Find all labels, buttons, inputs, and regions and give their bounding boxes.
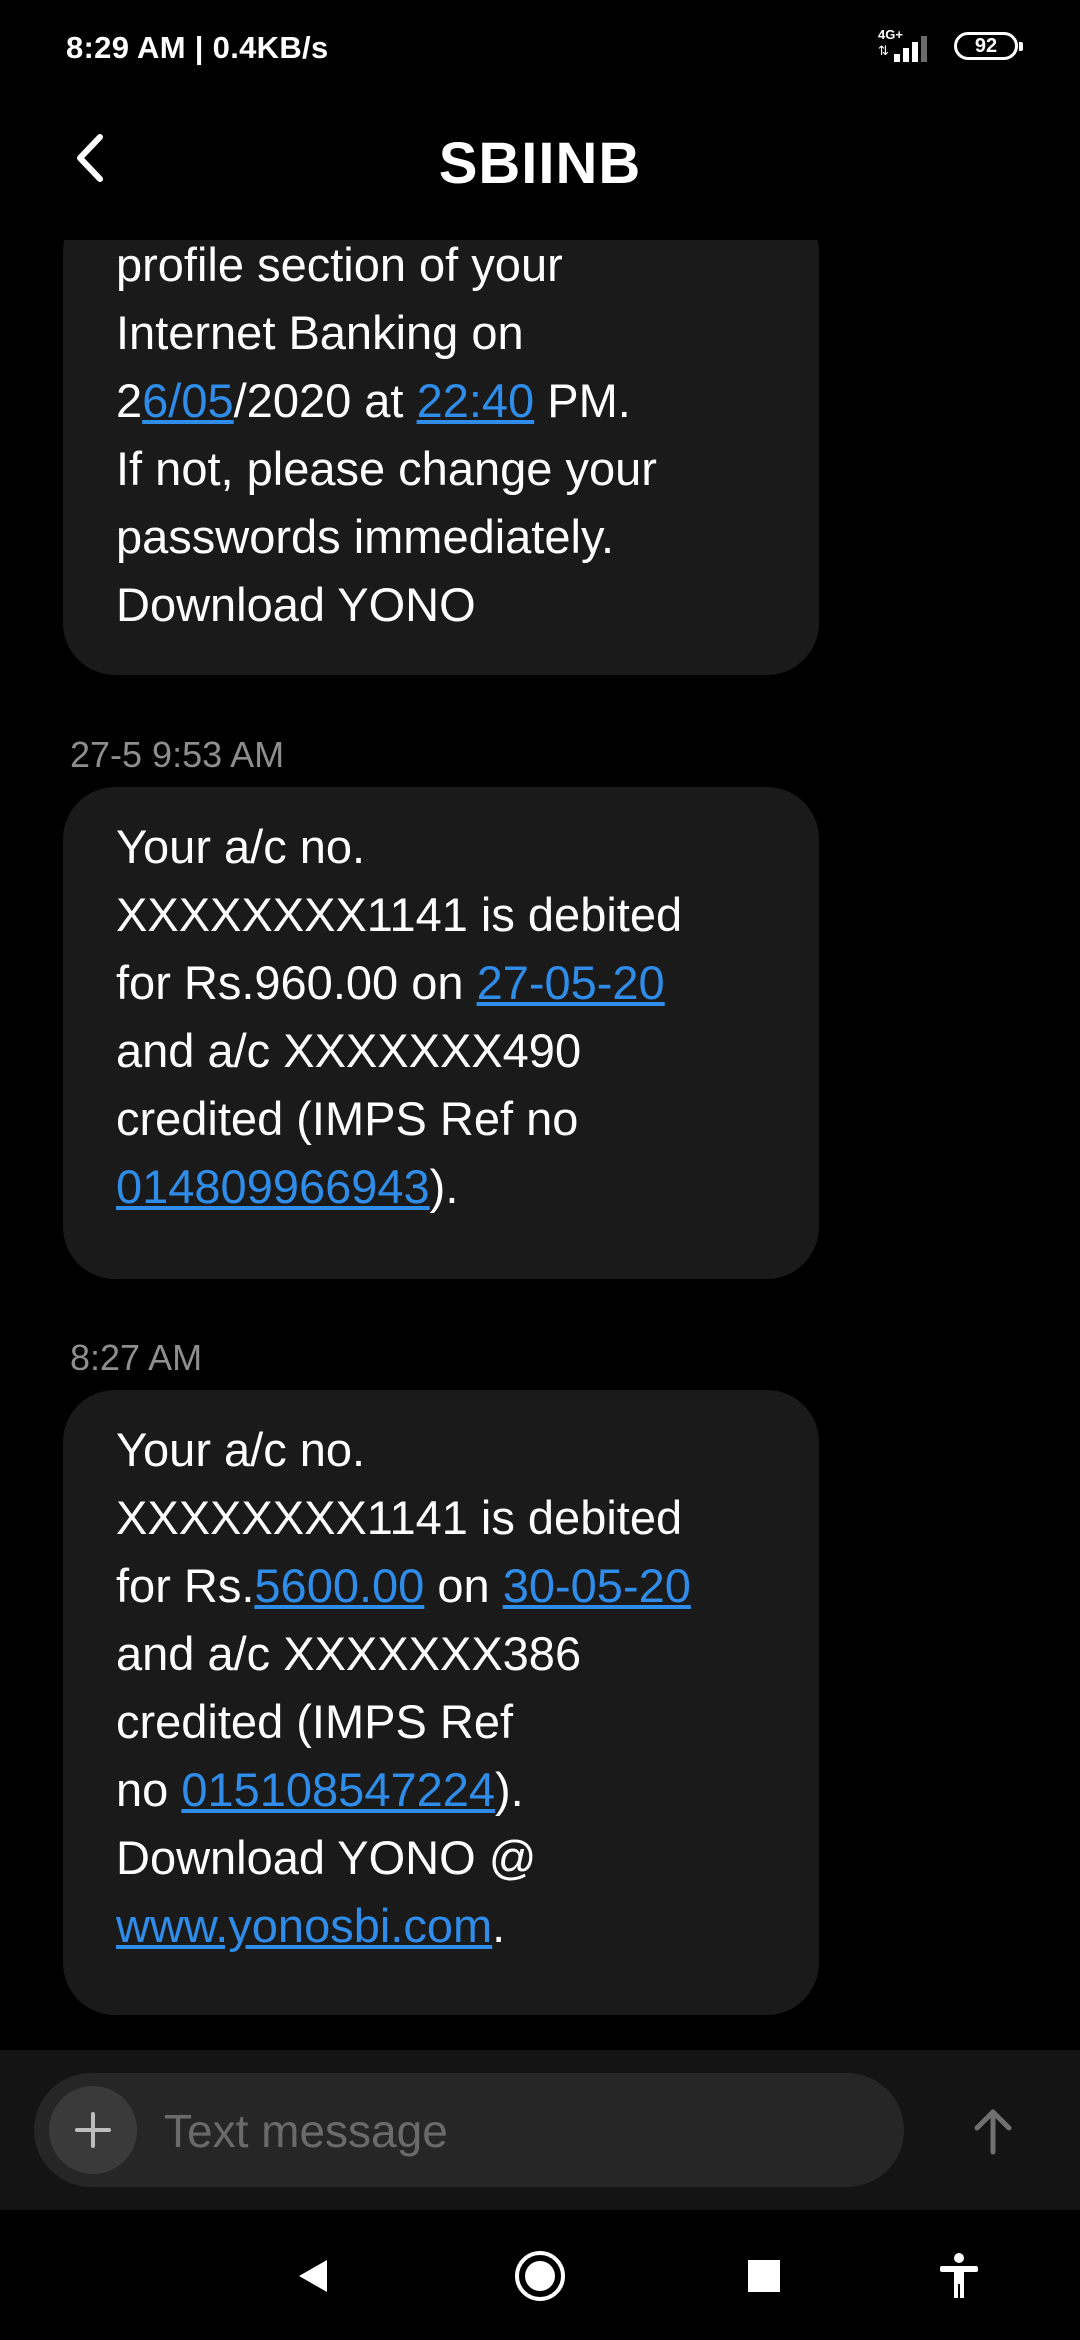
message-line: XXXXXXXX1141 is debited: [116, 881, 767, 949]
message-line: www.yonosbi.com.: [116, 1892, 767, 1960]
message-text-segment: Your a/c no.: [116, 1423, 366, 1476]
plus-icon: [75, 2112, 111, 2148]
message-text: Your a/c no. XXXXXXXX1141 is debited for R…: [116, 1390, 767, 1960]
message-text: Your a/c no. XXXXXXXX1141 is debited for R…: [116, 787, 767, 1221]
status-right: 4G+ ⇅ 92: [878, 28, 1023, 64]
message-link[interactable]: 27-05-20: [477, 956, 665, 1009]
message-line: Download YONO: [116, 571, 767, 639]
message-text-segment: Download YONO: [116, 578, 476, 631]
message-line: Your a/c no.: [116, 1416, 767, 1484]
signal-icon: 4G+ ⇅: [878, 28, 938, 64]
nav-back-button[interactable]: [280, 2243, 346, 2309]
message-line: 014809966943).: [116, 1153, 767, 1221]
message-text-segment: Your a/c no.: [116, 820, 366, 873]
message-line: credited (IMPS Ref: [116, 1688, 767, 1756]
message-text-segment: Download YONO @: [116, 1831, 537, 1884]
message-text-segment: .: [492, 1899, 506, 1952]
square-recents-icon: [748, 2260, 780, 2292]
message-input[interactable]: [162, 2095, 866, 2167]
message-text-segment: ).: [495, 1763, 524, 1816]
message-text-segment: PM.: [534, 374, 631, 427]
arrow-up-icon: [974, 2109, 1012, 2155]
message-text-segment: ).: [429, 1160, 459, 1213]
message-link[interactable]: 6/05: [142, 374, 233, 427]
add-attachment-button[interactable]: [49, 2086, 137, 2174]
navigation-bar: [0, 2210, 1080, 2340]
message-line: and a/c XXXXXXX490: [116, 1017, 767, 1085]
conversation-header: SBIINB: [0, 100, 1080, 240]
message-link[interactable]: www.yonosbi.com: [116, 1899, 492, 1952]
message-line: and a/c XXXXXXX386: [116, 1620, 767, 1688]
message-line: for Rs.5600.00 on 30-05-20: [116, 1552, 767, 1620]
message-text-segment: passwords immediately.: [116, 510, 615, 563]
message-text: profile section of your Internet Banking …: [116, 240, 767, 639]
message-line: Internet Banking on: [116, 299, 767, 367]
message-line: passwords immediately.: [116, 503, 767, 571]
message-link[interactable]: 5600.00: [254, 1559, 424, 1612]
nav-home-button[interactable]: [507, 2243, 573, 2309]
message-line: 26/05/2020 at 22:40 PM.: [116, 367, 767, 435]
status-time: 8:29 AM: [66, 30, 186, 65]
battery-level: 92: [974, 34, 998, 57]
message-text-segment: Internet Banking on: [116, 306, 524, 359]
message-text-segment: credited (IMPS Ref no: [116, 1092, 579, 1145]
data-activity-icon: ⇅: [878, 43, 889, 58]
composer-bar: [0, 2050, 1080, 2210]
message-line: no 015108547224).: [116, 1756, 767, 1824]
message-text-segment: for Rs.960.00 on: [116, 956, 477, 1009]
status-speed: 0.4KB/s: [212, 30, 329, 65]
status-separator: |: [194, 30, 204, 65]
battery-icon: 92: [954, 32, 1023, 60]
circle-home-icon: [515, 2251, 565, 2301]
message-text-segment: and a/c XXXXXXX386: [116, 1627, 582, 1680]
composer: [34, 2073, 904, 2187]
message-line: profile section of your: [116, 240, 767, 299]
message-line: Your a/c no.: [116, 813, 767, 881]
message-list[interactable]: profile section of your Internet Banking …: [0, 240, 1080, 2050]
message-line: If not, please change your: [116, 435, 767, 503]
send-button[interactable]: [958, 2096, 1028, 2166]
message-bubble[interactable]: Your a/c no. XXXXXXXX1141 is debited for R…: [63, 1390, 819, 2015]
status-left: 8:29 AM | 0.4KB/s: [66, 30, 328, 66]
accessibility-icon: [940, 2253, 978, 2298]
message-text-segment: XXXXXXXX1141 is debited: [116, 1491, 683, 1544]
message-text-segment: profile section of your: [116, 240, 563, 291]
message-line: XXXXXXXX1141 is debited: [116, 1484, 767, 1552]
message-text-segment: on: [424, 1559, 503, 1612]
triangle-back-icon: [299, 2260, 327, 2292]
message-link[interactable]: 22:40: [417, 374, 535, 427]
message-text-segment: /2020 at: [233, 374, 417, 427]
accessibility-button[interactable]: [926, 2243, 992, 2309]
message-text-segment: for Rs.: [116, 1559, 255, 1612]
status-bar: 8:29 AM | 0.4KB/s 4G+ ⇅ 92: [0, 0, 1080, 100]
message-text-segment: If not, please change your: [116, 442, 657, 495]
message-text-segment: and a/c XXXXXXX490: [116, 1024, 582, 1077]
message-link[interactable]: 014809966943: [116, 1160, 430, 1213]
message-text-segment: credited (IMPS Ref: [116, 1695, 514, 1748]
message-line: credited (IMPS Ref no: [116, 1085, 767, 1153]
message-line: Download YONO @: [116, 1824, 767, 1892]
message-bubble[interactable]: profile section of your Internet Banking …: [63, 240, 819, 675]
message-bubble[interactable]: Your a/c no. XXXXXXXX1141 is debited for R…: [63, 787, 819, 1279]
message-timestamp: 27-5 9:53 AM: [70, 734, 285, 775]
message-link[interactable]: 30-05-20: [503, 1559, 691, 1612]
message-text-segment: no: [116, 1763, 182, 1816]
message-line: for Rs.960.00 on 27-05-20: [116, 949, 767, 1017]
nav-recents-button[interactable]: [731, 2243, 797, 2309]
message-timestamp: 8:27 AM: [70, 1337, 203, 1378]
message-text-segment: 2: [116, 374, 143, 427]
message-link[interactable]: 015108547224: [181, 1763, 495, 1816]
signal-bars-icon: [894, 36, 927, 62]
message-text-segment: XXXXXXXX1141 is debited: [116, 888, 683, 941]
conversation-title: SBIINB: [438, 131, 642, 196]
